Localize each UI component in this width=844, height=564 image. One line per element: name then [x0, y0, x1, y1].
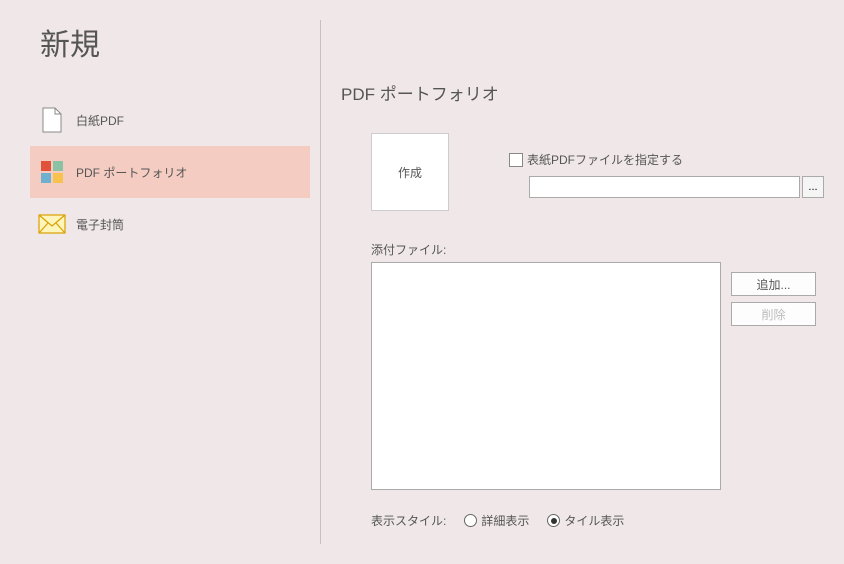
cover-file-input[interactable] — [529, 176, 800, 198]
create-button[interactable]: 作成 — [371, 133, 449, 211]
radio-icon — [464, 514, 477, 527]
page-title: 新規 — [40, 20, 310, 64]
cover-section: 表紙PDFファイルを指定する ... — [509, 133, 824, 198]
radio-tile-view[interactable]: タイル表示 — [547, 512, 624, 529]
sidebar-item-label: 白紙PDF — [76, 112, 124, 129]
add-button[interactable]: 追加... — [731, 272, 816, 296]
browse-button[interactable]: ... — [802, 176, 824, 198]
remove-button: 削除 — [731, 302, 816, 326]
cover-checkbox-row[interactable]: 表紙PDFファイルを指定する — [509, 151, 824, 168]
sidebar-item-envelope[interactable]: 電子封筒 — [30, 198, 310, 250]
attach-label: 添付ファイル: — [371, 241, 824, 258]
radio-label: タイル表示 — [564, 512, 624, 529]
sidebar-item-label: 電子封筒 — [76, 216, 124, 233]
sidebar: 新規 白紙PDF PDF ポートフォリオ — [0, 0, 320, 564]
document-icon — [38, 106, 66, 134]
sidebar-item-blank-pdf[interactable]: 白紙PDF — [30, 94, 310, 146]
cover-checkbox[interactable] — [509, 153, 523, 167]
main-panel: PDF ポートフォリオ 作成 表紙PDFファイルを指定する ... 添付ファイル… — [321, 0, 844, 564]
sidebar-item-label: PDF ポートフォリオ — [76, 164, 187, 181]
radio-icon — [547, 514, 560, 527]
sidebar-item-portfolio[interactable]: PDF ポートフォリオ — [30, 146, 310, 198]
radio-label: 詳細表示 — [481, 512, 529, 529]
radio-detail-view[interactable]: 詳細表示 — [464, 512, 529, 529]
display-style-label: 表示スタイル: — [371, 512, 446, 529]
attach-file-list[interactable] — [371, 262, 721, 490]
main-title: PDF ポートフォリオ — [341, 80, 824, 105]
envelope-icon — [38, 210, 66, 238]
cover-checkbox-label: 表紙PDFファイルを指定する — [527, 151, 683, 168]
portfolio-icon — [38, 158, 66, 186]
create-button-label: 作成 — [398, 164, 422, 181]
display-style-row: 表示スタイル: 詳細表示 タイル表示 — [371, 512, 824, 529]
